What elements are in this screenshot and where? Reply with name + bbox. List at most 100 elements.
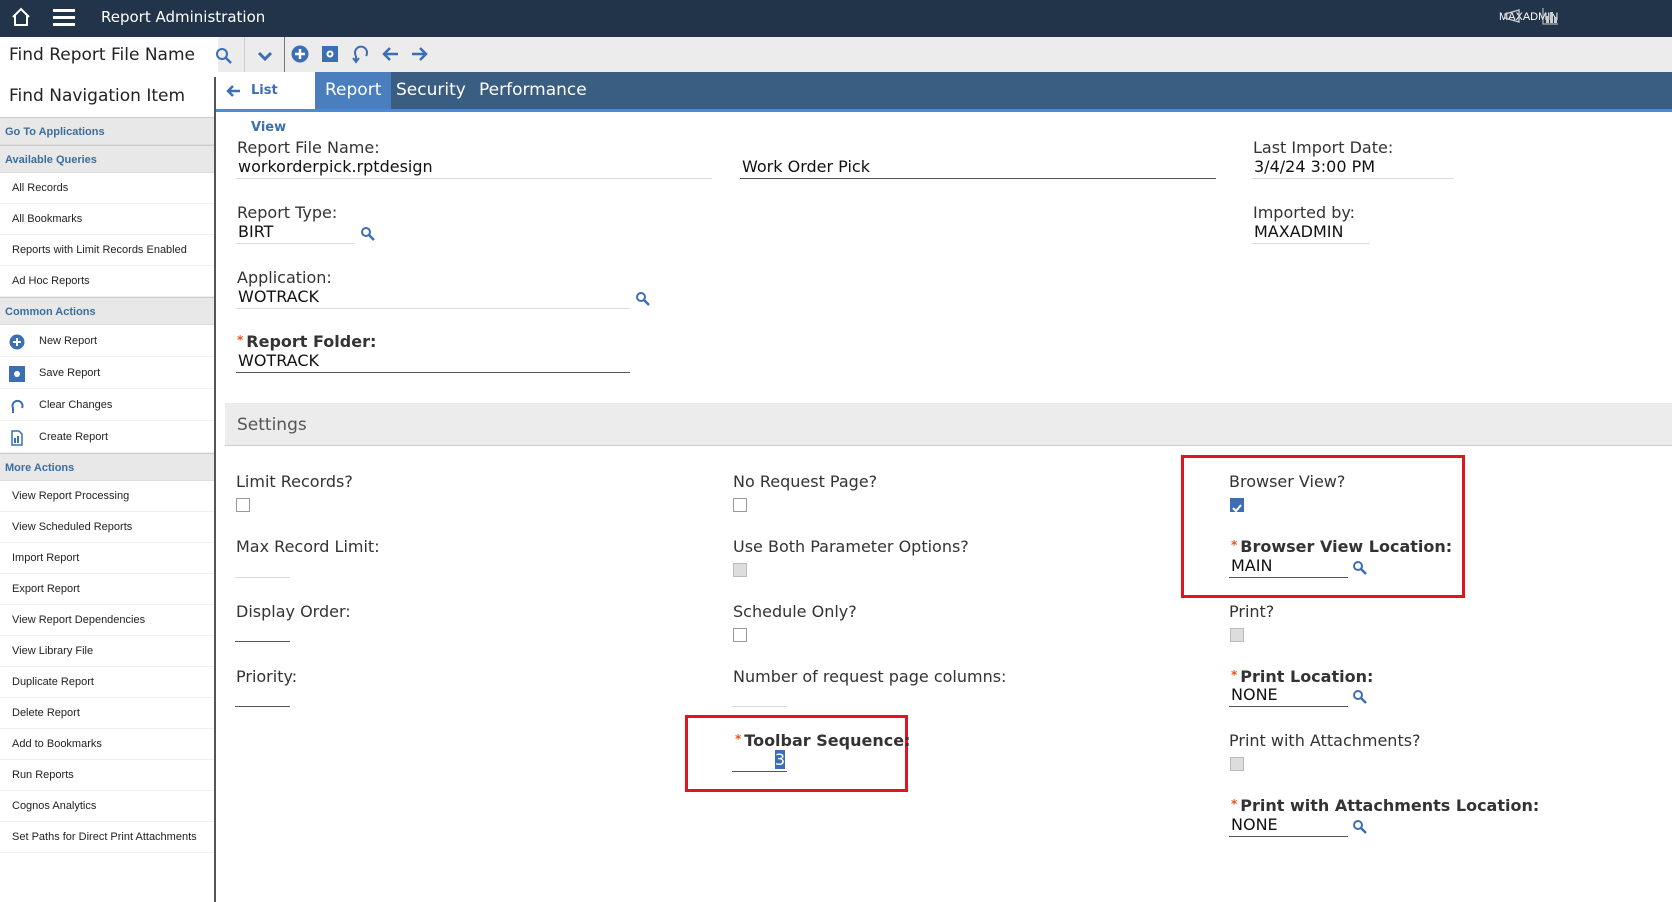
- more-action-item[interactable]: Add to Bookmarks: [0, 729, 214, 760]
- create-report-action[interactable]: Create Report: [0, 421, 214, 453]
- chevron-down-icon[interactable]: [257, 50, 273, 62]
- max-record-limit-label: Max Record Limit:: [236, 537, 380, 556]
- highlight-box: [685, 715, 908, 792]
- more-actions-header[interactable]: More Actions: [0, 453, 214, 481]
- search-icon[interactable]: [1352, 560, 1368, 576]
- add-icon[interactable]: [291, 45, 309, 63]
- application-field[interactable]: WOTRACK: [236, 287, 630, 309]
- browser-view-checkbox[interactable]: [1230, 498, 1244, 513]
- more-action-item[interactable]: Duplicate Report: [0, 667, 214, 698]
- search-icon[interactable]: [215, 47, 233, 65]
- display-order-field[interactable]: [235, 620, 290, 642]
- imported-by-value: MAXADMIN: [1252, 222, 1370, 244]
- query-item[interactable]: Ad Hoc Reports: [0, 266, 214, 297]
- application-label: Application:: [237, 268, 332, 287]
- tab-report[interactable]: Report: [315, 72, 392, 109]
- max-record-limit-field[interactable]: [235, 556, 290, 578]
- print-attachments-location-field[interactable]: NONE: [1229, 815, 1348, 837]
- no-request-page-checkbox[interactable]: [733, 498, 747, 512]
- list-view-label: List View: [251, 83, 287, 135]
- tab-performance[interactable]: Performance: [469, 72, 597, 109]
- home-icon[interactable]: [10, 6, 32, 28]
- action-label: Create Report: [39, 431, 109, 443]
- document-icon: [11, 430, 23, 446]
- print-checkbox[interactable]: [1230, 628, 1244, 642]
- search-icon[interactable]: [1352, 689, 1368, 705]
- available-queries-header[interactable]: Available Queries: [0, 145, 214, 173]
- find-report-input[interactable]: Find Report File Name: [0, 37, 218, 76]
- search-icon[interactable]: [635, 291, 651, 307]
- print-location-label: Print Location:: [1231, 667, 1373, 686]
- undo-icon[interactable]: [351, 44, 369, 64]
- sidebar: Find Navigation Item Go To Applications …: [0, 77, 216, 902]
- more-action-item[interactable]: View Report Processing: [0, 481, 214, 512]
- more-action-item[interactable]: View Report Dependencies: [0, 605, 214, 636]
- arrow-left-icon: [226, 85, 240, 97]
- more-action-item[interactable]: Export Report: [0, 574, 214, 605]
- limit-records-label: Limit Records?: [236, 472, 353, 491]
- settings-section-header[interactable]: Settings: [225, 403, 1672, 446]
- toolbar-sequence-field[interactable]: 3: [732, 750, 787, 772]
- schedule-only-label: Schedule Only?: [733, 602, 857, 621]
- menu-icon[interactable]: [53, 8, 75, 26]
- chart-icon[interactable]: [1542, 7, 1558, 25]
- print-attachments-checkbox[interactable]: [1230, 757, 1244, 771]
- action-label: Clear Changes: [39, 399, 113, 411]
- more-action-item[interactable]: View Scheduled Reports: [0, 512, 214, 543]
- priority-label: Priority:: [236, 667, 298, 686]
- browser-view-location-label: Browser View Location:: [1231, 537, 1452, 556]
- megaphone-icon[interactable]: [1503, 9, 1521, 23]
- report-type-label: Report Type:: [237, 203, 338, 222]
- arrow-right-icon[interactable]: [411, 45, 429, 63]
- report-folder-field[interactable]: WOTRACK: [236, 351, 630, 373]
- query-item[interactable]: All Records: [0, 173, 214, 204]
- print-attachments-location-label: Print with Attachments Location:: [1231, 796, 1539, 815]
- list-view-button[interactable]: List View: [216, 72, 315, 135]
- search-icon[interactable]: [360, 226, 376, 242]
- more-action-item[interactable]: Run Reports: [0, 760, 214, 791]
- more-action-item[interactable]: Cognos Analytics: [0, 791, 214, 822]
- num-columns-label: Number of request page columns:: [733, 667, 1007, 686]
- browser-view-location-field[interactable]: MAIN: [1229, 556, 1348, 578]
- use-both-checkbox[interactable]: [733, 563, 747, 577]
- print-label: Print?: [1229, 602, 1275, 621]
- save-icon[interactable]: [321, 45, 339, 63]
- arrow-left-icon[interactable]: [381, 45, 399, 63]
- num-columns-field[interactable]: [732, 685, 787, 707]
- print-location-field[interactable]: NONE: [1229, 685, 1348, 707]
- go-to-applications[interactable]: Go To Applications: [0, 117, 214, 145]
- new-report-action[interactable]: New Report: [0, 325, 214, 357]
- more-action-item[interactable]: Delete Report: [0, 698, 214, 729]
- action-label: Save Report: [39, 367, 101, 379]
- priority-field[interactable]: [235, 685, 290, 707]
- top-bar: Report Administration MAXADMIN: [0, 0, 1672, 37]
- tab-bar: List View Report Security Performance: [216, 72, 1672, 135]
- checkmark-icon: [1232, 504, 1242, 513]
- display-order-label: Display Order:: [236, 602, 351, 621]
- more-action-item[interactable]: Import Report: [0, 543, 214, 574]
- schedule-only-checkbox[interactable]: [733, 628, 747, 642]
- print-attachments-label: Print with Attachments?: [1229, 731, 1421, 750]
- toolbar: Find Report File Name: [0, 37, 1672, 76]
- more-action-item[interactable]: Set Paths for Direct Print Attachments: [0, 822, 214, 853]
- common-actions-header[interactable]: Common Actions: [0, 297, 214, 325]
- add-icon: [9, 334, 25, 350]
- imported-by-label: Imported by:: [1253, 203, 1356, 222]
- last-import-label: Last Import Date:: [1253, 138, 1394, 157]
- save-report-action[interactable]: Save Report: [0, 357, 214, 389]
- more-action-item[interactable]: View Library File: [0, 636, 214, 667]
- search-icon[interactable]: [1352, 819, 1368, 835]
- report-type-field[interactable]: BIRT: [236, 222, 355, 244]
- query-item[interactable]: Reports with Limit Records Enabled: [0, 235, 214, 266]
- limit-records-checkbox[interactable]: [236, 498, 250, 512]
- report-folder-label: Report Folder:: [237, 332, 376, 351]
- clear-changes-action[interactable]: Clear Changes: [0, 389, 214, 421]
- toolbar-sequence-value: 3: [774, 750, 785, 769]
- description-field[interactable]: Work Order Pick: [740, 157, 1216, 179]
- query-item[interactable]: All Bookmarks: [0, 204, 214, 235]
- browser-view-label: Browser View?: [1229, 472, 1346, 491]
- report-file-name-field[interactable]: workorderpick.rptdesign: [236, 157, 712, 179]
- no-request-page-label: No Request Page?: [733, 472, 878, 491]
- tab-security[interactable]: Security: [386, 72, 476, 109]
- find-navigation-input[interactable]: Find Navigation Item: [0, 77, 214, 117]
